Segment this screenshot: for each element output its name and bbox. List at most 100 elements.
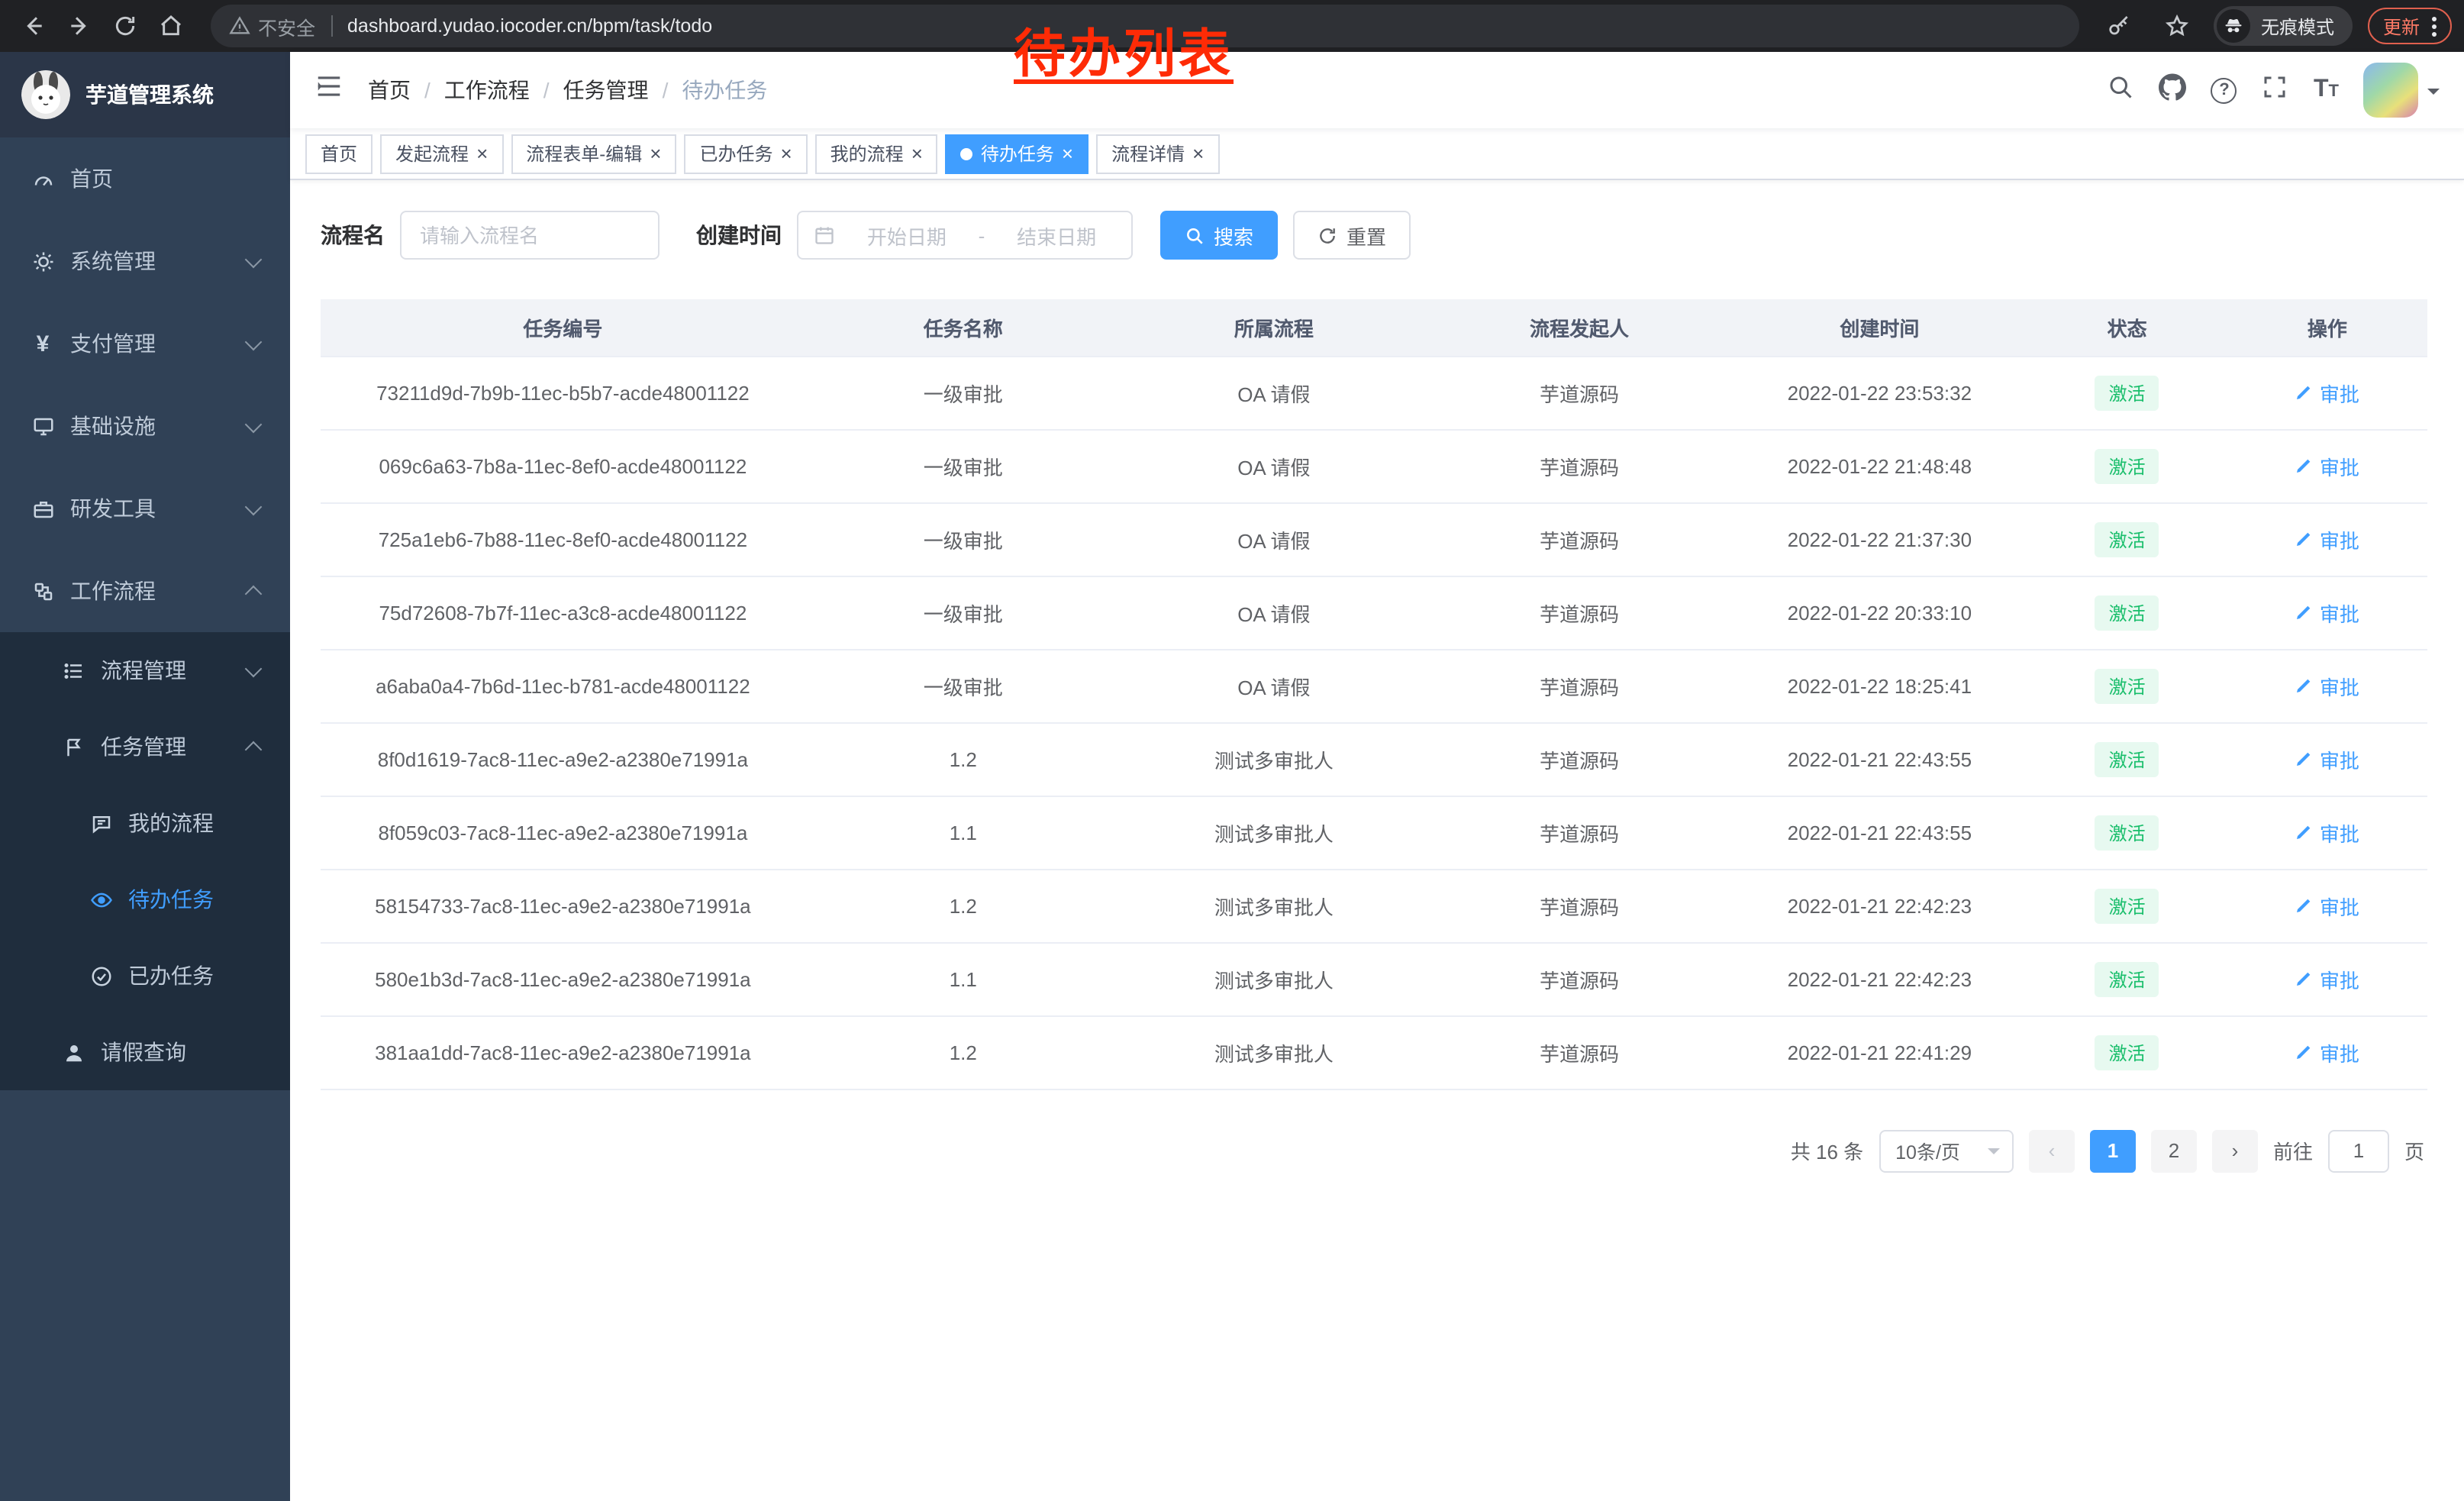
pen-icon bbox=[2295, 383, 2314, 402]
forward-icon[interactable] bbox=[58, 5, 101, 47]
search-button[interactable]: 搜索 bbox=[1160, 211, 1278, 260]
tab-done-task[interactable]: 已办任务 bbox=[684, 134, 807, 173]
cell-create-time: 2022-01-22 23:53:32 bbox=[1732, 356, 2027, 429]
next-page-button[interactable]: › bbox=[2212, 1129, 2258, 1172]
reset-button[interactable]: 重置 bbox=[1293, 211, 1411, 260]
font-size-icon[interactable]: TT bbox=[2314, 76, 2339, 104]
incognito-label: 无痕模式 bbox=[2261, 13, 2334, 39]
table-row: 069c6a63-7b8a-11ec-8ef0-acde48001122 一级审… bbox=[321, 429, 2427, 502]
gear-icon bbox=[31, 249, 55, 273]
home-icon[interactable] bbox=[150, 5, 192, 47]
cell-initiator: 芋道源码 bbox=[1427, 942, 1732, 1015]
close-icon[interactable] bbox=[650, 144, 661, 163]
cell-process: 测试多审批人 bbox=[1121, 796, 1427, 869]
sidebar-item-my-process[interactable]: 我的流程 bbox=[0, 785, 290, 861]
approve-button[interactable]: 审批 bbox=[2295, 891, 2359, 920]
sidebar-item-workflow[interactable]: 工作流程 bbox=[0, 550, 290, 632]
close-icon[interactable] bbox=[911, 144, 923, 163]
goto-page-input[interactable] bbox=[2328, 1129, 2389, 1172]
cell-create-time: 2022-01-22 21:48:48 bbox=[1732, 429, 2027, 502]
page-button-2[interactable]: 2 bbox=[2151, 1129, 2197, 1172]
tab-my-process[interactable]: 我的流程 bbox=[815, 134, 938, 173]
fullscreen-icon[interactable] bbox=[2262, 73, 2289, 108]
chat-icon bbox=[89, 811, 113, 835]
incognito-badge[interactable]: 无痕模式 bbox=[2214, 6, 2353, 46]
approve-button[interactable]: 审批 bbox=[2295, 964, 2359, 993]
update-menu-button[interactable]: 更新 bbox=[2368, 8, 2452, 44]
tab-process-form-edit[interactable]: 流程表单-编辑 bbox=[511, 134, 676, 173]
col-status: 状态 bbox=[2027, 299, 2227, 356]
sidebar-item-task-mgmt[interactable]: 任务管理 bbox=[0, 709, 290, 785]
approve-button[interactable]: 审批 bbox=[2295, 744, 2359, 773]
cell-initiator: 芋道源码 bbox=[1427, 722, 1732, 796]
sidebar-item-leave-query[interactable]: 请假查询 bbox=[0, 1014, 290, 1090]
sidebar-item-system[interactable]: 系统管理 bbox=[0, 220, 290, 302]
back-icon[interactable] bbox=[12, 5, 55, 47]
approve-button[interactable]: 审批 bbox=[2295, 671, 2359, 700]
update-label: 更新 bbox=[2383, 13, 2420, 39]
status-badge: 激活 bbox=[2095, 448, 2159, 483]
cell-task-name: 1.1 bbox=[805, 796, 1121, 869]
chevron-down-icon bbox=[245, 660, 263, 677]
hamburger-icon[interactable] bbox=[314, 72, 343, 108]
cell-task-id: 381aa1dd-7ac8-11ec-a9e2-a2380e71991a bbox=[321, 1015, 805, 1089]
reload-icon[interactable] bbox=[104, 5, 147, 47]
refresh-icon bbox=[1317, 225, 1337, 245]
tab-start-process[interactable]: 发起流程 bbox=[380, 134, 503, 173]
cell-create-time: 2022-01-21 22:43:55 bbox=[1732, 796, 2027, 869]
sidebar-item-process-mgmt[interactable]: 流程管理 bbox=[0, 632, 290, 709]
approve-button[interactable]: 审批 bbox=[2295, 598, 2359, 627]
approve-button[interactable]: 审批 bbox=[2295, 451, 2359, 480]
breadcrumb-home[interactable]: 首页 bbox=[368, 75, 411, 105]
search-icon bbox=[1185, 225, 1205, 245]
col-create-time: 创建时间 bbox=[1732, 299, 2027, 356]
logo[interactable]: 芋道管理系统 bbox=[0, 52, 290, 137]
close-icon[interactable] bbox=[1062, 144, 1073, 163]
url-text[interactable]: dashboard.yudao.iocoder.cn/bpm/task/todo bbox=[347, 15, 712, 37]
close-icon[interactable] bbox=[1192, 144, 1204, 163]
dashboard-icon bbox=[31, 166, 55, 191]
not-secure-badge[interactable]: 不安全 bbox=[229, 11, 315, 40]
date-range-picker[interactable]: 开始日期 - 结束日期 bbox=[797, 211, 1133, 260]
approve-button[interactable]: 审批 bbox=[2295, 378, 2359, 407]
github-icon[interactable] bbox=[2159, 73, 2187, 108]
page-button-1[interactable]: 1 bbox=[2090, 1129, 2136, 1172]
sidebar-item-payment[interactable]: ¥ 支付管理 bbox=[0, 302, 290, 385]
cell-process: OA 请假 bbox=[1121, 576, 1427, 649]
yen-icon: ¥ bbox=[31, 331, 55, 356]
tab-home[interactable]: 首页 bbox=[305, 134, 373, 173]
key-icon[interactable] bbox=[2098, 5, 2140, 47]
cell-task-name: 一级审批 bbox=[805, 649, 1121, 722]
process-name-input[interactable] bbox=[400, 211, 660, 260]
page-size-select[interactable]: 10条/页 bbox=[1879, 1129, 2014, 1172]
prev-page-button[interactable]: ‹ bbox=[2029, 1129, 2075, 1172]
approve-button[interactable]: 审批 bbox=[2295, 1038, 2359, 1067]
approve-button[interactable]: 审批 bbox=[2295, 818, 2359, 847]
breadcrumb-task-mgmt[interactable]: 任务管理 bbox=[563, 75, 649, 105]
avatar[interactable] bbox=[2363, 63, 2418, 118]
chevron-down-icon bbox=[245, 498, 263, 515]
breadcrumb-workflow[interactable]: 工作流程 bbox=[444, 75, 530, 105]
tab-todo-task[interactable]: 待办任务 bbox=[946, 134, 1088, 173]
sidebar-item-home[interactable]: 首页 bbox=[0, 137, 290, 220]
process-name-label: 流程名 bbox=[321, 220, 385, 250]
bookmark-star-icon[interactable] bbox=[2156, 5, 2198, 47]
status-badge: 激活 bbox=[2095, 668, 2159, 703]
approve-button[interactable]: 审批 bbox=[2295, 525, 2359, 554]
tab-process-detail[interactable]: 流程详情 bbox=[1096, 134, 1219, 173]
sidebar-item-done-task[interactable]: 已办任务 bbox=[0, 938, 290, 1014]
col-task-name: 任务名称 bbox=[805, 299, 1121, 356]
sidebar-item-devtools[interactable]: 研发工具 bbox=[0, 467, 290, 550]
page-unit-label: 页 bbox=[2404, 1136, 2424, 1165]
sidebar-item-todo-task[interactable]: 待办任务 bbox=[0, 861, 290, 938]
chevron-down-icon bbox=[245, 333, 263, 350]
user-menu[interactable] bbox=[2363, 63, 2440, 118]
browser-menu-icon[interactable] bbox=[2432, 16, 2437, 36]
close-icon[interactable] bbox=[780, 144, 792, 163]
cell-initiator: 芋道源码 bbox=[1427, 796, 1732, 869]
search-icon[interactable] bbox=[2108, 73, 2135, 108]
sidebar-item-infra[interactable]: 基础设施 bbox=[0, 385, 290, 467]
cell-initiator: 芋道源码 bbox=[1427, 1015, 1732, 1089]
close-icon[interactable] bbox=[476, 144, 488, 163]
help-icon[interactable]: ? bbox=[2211, 77, 2237, 103]
